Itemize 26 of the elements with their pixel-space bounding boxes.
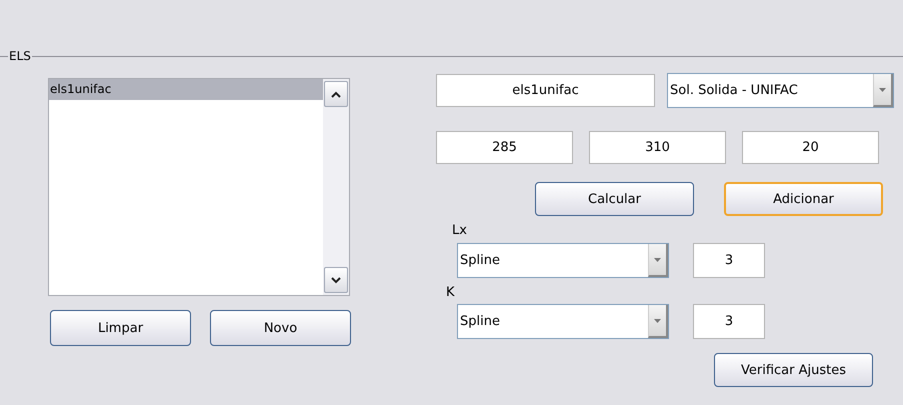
name-field[interactable]: els1unifac (436, 74, 655, 107)
dropdown-arrow-icon (654, 258, 661, 262)
dropdown[interactable]: Spline (457, 304, 669, 339)
input-field[interactable]: 3 (693, 304, 765, 339)
scroll-down-button[interactable] (324, 267, 348, 293)
dropdown-arrow-icon (879, 88, 886, 92)
list-box[interactable]: els1unifac (48, 78, 350, 296)
list-item[interactable]: els1unifac (49, 79, 323, 100)
input-field[interactable]: 310 (589, 131, 726, 164)
button[interactable]: Limpar (50, 310, 191, 346)
dropdown[interactable]: Spline (457, 243, 669, 278)
field-label: Lx (452, 223, 467, 239)
chevron-up-icon (331, 90, 341, 98)
field-label: K (446, 285, 455, 301)
button[interactable]: Calcular (535, 182, 694, 216)
scroll-up-button[interactable] (324, 81, 348, 107)
input-field[interactable]: 285 (436, 131, 573, 164)
chevron-down-icon (331, 276, 341, 284)
button[interactable]: Novo (210, 310, 351, 346)
verify-button[interactable]: Verificar Ajustes (714, 353, 873, 387)
input-field[interactable]: 20 (742, 131, 879, 164)
input-field[interactable]: 3 (693, 243, 765, 278)
dropdown-arrow-icon (654, 318, 661, 322)
button[interactable]: Adicionar (724, 182, 883, 216)
dropdown[interactable]: Sol. Solida - UNIFAC (667, 73, 894, 108)
group-title: ELS (8, 50, 32, 62)
